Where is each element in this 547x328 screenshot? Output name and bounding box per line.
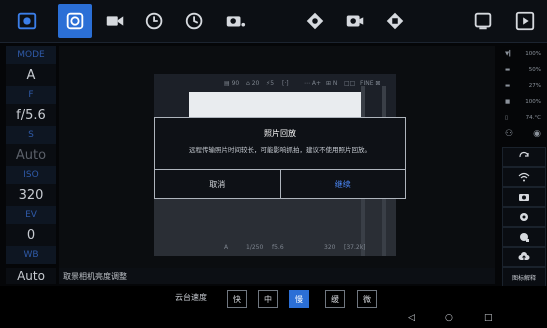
param-value-aperture[interactable]: f/5.6 [6, 104, 56, 126]
osd-item: ⊞ N [326, 80, 338, 87]
gimbal-button[interactable] [502, 227, 546, 247]
osd-item: A [224, 244, 229, 251]
osd-item: [37.2k] [344, 244, 366, 251]
icon-legend-button[interactable]: 图标解释 [502, 267, 546, 287]
drone-icon[interactable] [298, 4, 332, 38]
gamepad-icon[interactable]: ⚇ [505, 129, 513, 139]
battery-value: 27% [528, 83, 541, 89]
signal-row: ▼▎ 100% [502, 46, 544, 62]
camera-settings-icon[interactable] [10, 4, 44, 38]
play-icon[interactable] [508, 4, 542, 38]
back-nav-icon[interactable]: ◁ [408, 313, 415, 323]
window-icon[interactable] [466, 4, 500, 38]
cloud-upload-icon [518, 252, 530, 260]
osd-item: FINE ⊠ [360, 80, 381, 87]
osd-item: ⌂ 20 [246, 80, 260, 87]
osd-item: ▤ 90 [224, 80, 240, 87]
osd-item: □□ [344, 80, 356, 87]
battery-row: ▬ 50% [502, 62, 544, 78]
battery-row: ■ 100% [502, 94, 544, 110]
settings-button[interactable] [502, 207, 546, 227]
param-label-ev: EV [6, 206, 56, 224]
photo-mode-icon[interactable] [58, 4, 92, 38]
osd-item: [·] [282, 80, 289, 87]
dialog-buttons: 取消 继续 [155, 169, 405, 199]
param-value-mode[interactable]: A [6, 64, 56, 86]
video-record-icon[interactable] [338, 4, 372, 38]
gear-camera-icon [520, 213, 528, 221]
battery-value: 100% [525, 99, 541, 105]
temperature-row: ▯ 74.°C [502, 110, 544, 126]
photo-playback-dialog: 照片回放 远程传输照片时间较长，可能影响抓拍，建议不使用照片回放。 取消 继续 [154, 117, 406, 199]
temperature-value: 74.°C [525, 115, 541, 121]
osd-item: 1/250 [246, 244, 264, 251]
osd-item: ⋯ A+ [304, 80, 322, 87]
param-label-mode: MODE [6, 46, 56, 64]
burst-icon[interactable] [218, 4, 252, 38]
video-icon[interactable] [98, 4, 132, 38]
dialog-message: 远程传输照片时间较长，可能影响抓拍，建议不使用照片回放。 [189, 146, 371, 154]
night-icon[interactable] [258, 4, 292, 38]
param-value-ev[interactable]: 0 [6, 224, 56, 246]
thermometer-icon: ▯ [505, 115, 509, 121]
param-label-iso: ISO [6, 166, 56, 184]
speed-option-micro[interactable]: 微 [357, 290, 377, 308]
capture-button[interactable] [502, 187, 546, 207]
param-value-wb[interactable]: Auto [6, 268, 56, 284]
param-value-iso[interactable]: 320 [6, 184, 56, 206]
camera-params-panel: MODE A F f/5.6 S Auto ISO 320 EV 0 WB [6, 46, 56, 284]
osd-item: ⚡5 [266, 80, 275, 87]
battery-icon: ▬ [505, 67, 511, 73]
gimbal-speed-label: 云台速度 [175, 293, 207, 302]
param-label-shutter: S [6, 126, 56, 144]
speed-option-medium[interactable]: 中 [258, 290, 278, 308]
osd-item: 320 [324, 244, 336, 251]
wifi-icon [518, 172, 530, 182]
viewer-status-bar: 取景相机亮度调整 [59, 268, 495, 284]
battery-icon: ■ [505, 99, 511, 105]
refresh-icon [519, 151, 529, 158]
signal-value: 100% [525, 51, 541, 57]
battery-icon: ▬ [505, 83, 511, 89]
refresh-button[interactable] [502, 147, 546, 167]
dialog-title: 照片回放 [264, 129, 296, 138]
interval-icon[interactable] [178, 4, 212, 38]
drone-panorama-icon[interactable] [378, 4, 412, 38]
battery-value: 50% [528, 67, 541, 73]
param-value-shutter[interactable]: Auto [6, 144, 56, 166]
param-label-aperture: F [6, 86, 56, 104]
wifi-button[interactable] [502, 167, 546, 187]
param-label-wb: WB [6, 246, 56, 264]
speed-option-gentle[interactable]: 缓 [325, 290, 345, 308]
camera-small-icon[interactable]: ◉ [533, 129, 541, 139]
timelapse-icon[interactable] [138, 4, 172, 38]
cancel-button[interactable]: 取消 [155, 170, 281, 199]
camera-icon [519, 194, 529, 201]
gimbal-icon [520, 233, 529, 242]
osd-item: f5.6 [272, 244, 284, 251]
top-toolbar [0, 0, 547, 43]
speed-option-fast[interactable]: 快 [227, 290, 247, 308]
battery-row: ▬ 27% [502, 78, 544, 94]
signal-icon: ▼▎ [505, 51, 514, 57]
recent-apps-nav-icon[interactable]: □ [484, 313, 493, 323]
gamepad-row: ⚇ ◉ [502, 126, 544, 142]
continue-button[interactable]: 继续 [281, 170, 406, 199]
home-nav-icon[interactable]: ○ [445, 313, 453, 323]
speed-option-slow[interactable]: 慢 [289, 290, 309, 308]
upload-button[interactable] [502, 247, 546, 267]
